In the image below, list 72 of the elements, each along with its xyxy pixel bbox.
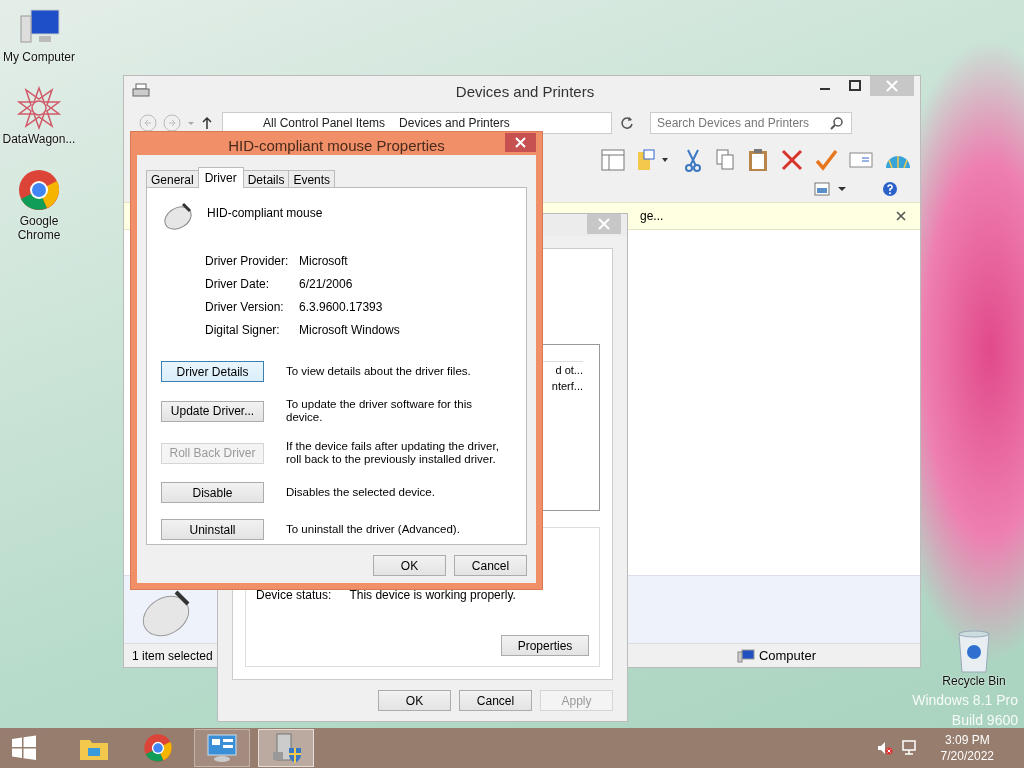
control-panel-icon[interactable] bbox=[206, 733, 238, 763]
action-description: To uninstall the driver (Advanced). bbox=[286, 523, 461, 536]
close-icon[interactable] bbox=[505, 133, 536, 152]
location-text: Computer bbox=[758, 648, 816, 663]
chrome-icon[interactable] bbox=[143, 733, 173, 763]
action-description: To view details about the driver files. bbox=[286, 365, 472, 378]
device-name: HID-compliant mouse bbox=[207, 206, 323, 220]
clipboard-icon[interactable] bbox=[746, 148, 770, 172]
scissors-icon[interactable] bbox=[682, 148, 704, 172]
list-cell[interactable]: nterf... bbox=[551, 378, 583, 394]
window-title: HID-compliant mouse Properties bbox=[227, 137, 446, 154]
window-title: Devices and Printers bbox=[454, 82, 596, 100]
pane-layout-icon[interactable] bbox=[600, 148, 626, 172]
status-text: 1 item selected bbox=[132, 648, 213, 663]
field-label: Driver Provider: bbox=[205, 254, 290, 268]
tab[interactable]: Driver bbox=[197, 167, 244, 188]
recycle-bin-icon[interactable] bbox=[956, 630, 992, 674]
action-button[interactable]: Driver Details bbox=[161, 361, 264, 382]
network-icon[interactable] bbox=[900, 740, 919, 756]
star-logo-icon[interactable] bbox=[17, 86, 61, 130]
back-icon[interactable] bbox=[138, 113, 158, 133]
tab[interactable]: Events bbox=[288, 170, 336, 188]
action-button[interactable]: Disable bbox=[161, 482, 264, 503]
breadcrumb-item[interactable]: Devices and Printers bbox=[399, 116, 510, 130]
view-icon[interactable] bbox=[814, 182, 830, 196]
taskbar-button[interactable] bbox=[194, 729, 250, 767]
info-bar-text[interactable]: ge... bbox=[640, 209, 664, 223]
field-label: Driver Date: bbox=[205, 277, 270, 291]
os-watermark-text: Build 9600 bbox=[951, 711, 1018, 730]
field-value: Microsoft Windows bbox=[299, 323, 401, 337]
tab[interactable]: General bbox=[146, 170, 199, 188]
copy-icon[interactable] bbox=[714, 148, 736, 172]
taskbar-button[interactable] bbox=[258, 729, 314, 767]
help-icon[interactable] bbox=[882, 181, 898, 197]
address-bar[interactable]: All Control Panel Items Devices and Printers bbox=[222, 112, 612, 134]
field-label: Driver Version: bbox=[205, 300, 285, 314]
desktop-icon-label[interactable]: My Computer bbox=[1, 50, 77, 64]
field-label: Digital Signer: bbox=[205, 323, 281, 337]
clock-time[interactable]: 3:09 PM bbox=[944, 732, 990, 748]
action-description: Disables the selected device. bbox=[286, 486, 436, 499]
windows-start-icon[interactable] bbox=[10, 734, 38, 762]
breadcrumb-item[interactable]: All Control Panel Items bbox=[263, 116, 386, 130]
clock-date[interactable]: 7/20/2022 bbox=[940, 748, 994, 764]
desktop-icon-label[interactable]: DataWagon... bbox=[1, 132, 77, 146]
dialog-button[interactable]: Cancel bbox=[459, 690, 532, 711]
action-button[interactable]: Update Driver... bbox=[161, 400, 264, 422]
os-watermark-text: Windows 8.1 Pro bbox=[912, 691, 1018, 710]
properties-button[interactable]: Properties bbox=[501, 635, 589, 656]
checkmark-icon[interactable] bbox=[814, 148, 838, 172]
dialog-button[interactable]: OK bbox=[373, 555, 446, 576]
action-button[interactable]: Uninstall bbox=[161, 519, 264, 540]
speaker-muted-icon[interactable] bbox=[876, 740, 893, 756]
chrome-icon[interactable] bbox=[17, 168, 61, 212]
list-cell[interactable]: d ot... bbox=[555, 362, 583, 378]
printer-icon bbox=[132, 83, 150, 99]
desktop-icon-label[interactable]: Recycle Bin bbox=[936, 674, 1012, 688]
delete-x-icon[interactable] bbox=[780, 148, 804, 172]
desktop-icon-label[interactable]: Google Chrome bbox=[1, 214, 77, 242]
dialog-button[interactable]: OK bbox=[378, 690, 451, 711]
forward-icon[interactable] bbox=[162, 113, 182, 133]
field-value: Microsoft bbox=[299, 254, 349, 268]
status-label: Device status: bbox=[256, 588, 332, 602]
action-description: If the device fails after updating the driver, roll back to the previously installed driver. bbox=[286, 440, 500, 466]
status-text: This device is working properly. bbox=[349, 588, 516, 602]
close-icon[interactable] bbox=[896, 211, 906, 221]
tab[interactable]: Details bbox=[242, 170, 290, 188]
field-value: 6.3.9600.17393 bbox=[299, 300, 384, 314]
action-description: To update the driver software for this device. bbox=[286, 398, 473, 424]
field-value: 6/21/2006 bbox=[299, 277, 354, 291]
computer-icon bbox=[736, 648, 755, 663]
dialog-button[interactable]: Cancel bbox=[454, 555, 527, 576]
search-field[interactable]: Search Devices and Printers bbox=[650, 112, 852, 134]
